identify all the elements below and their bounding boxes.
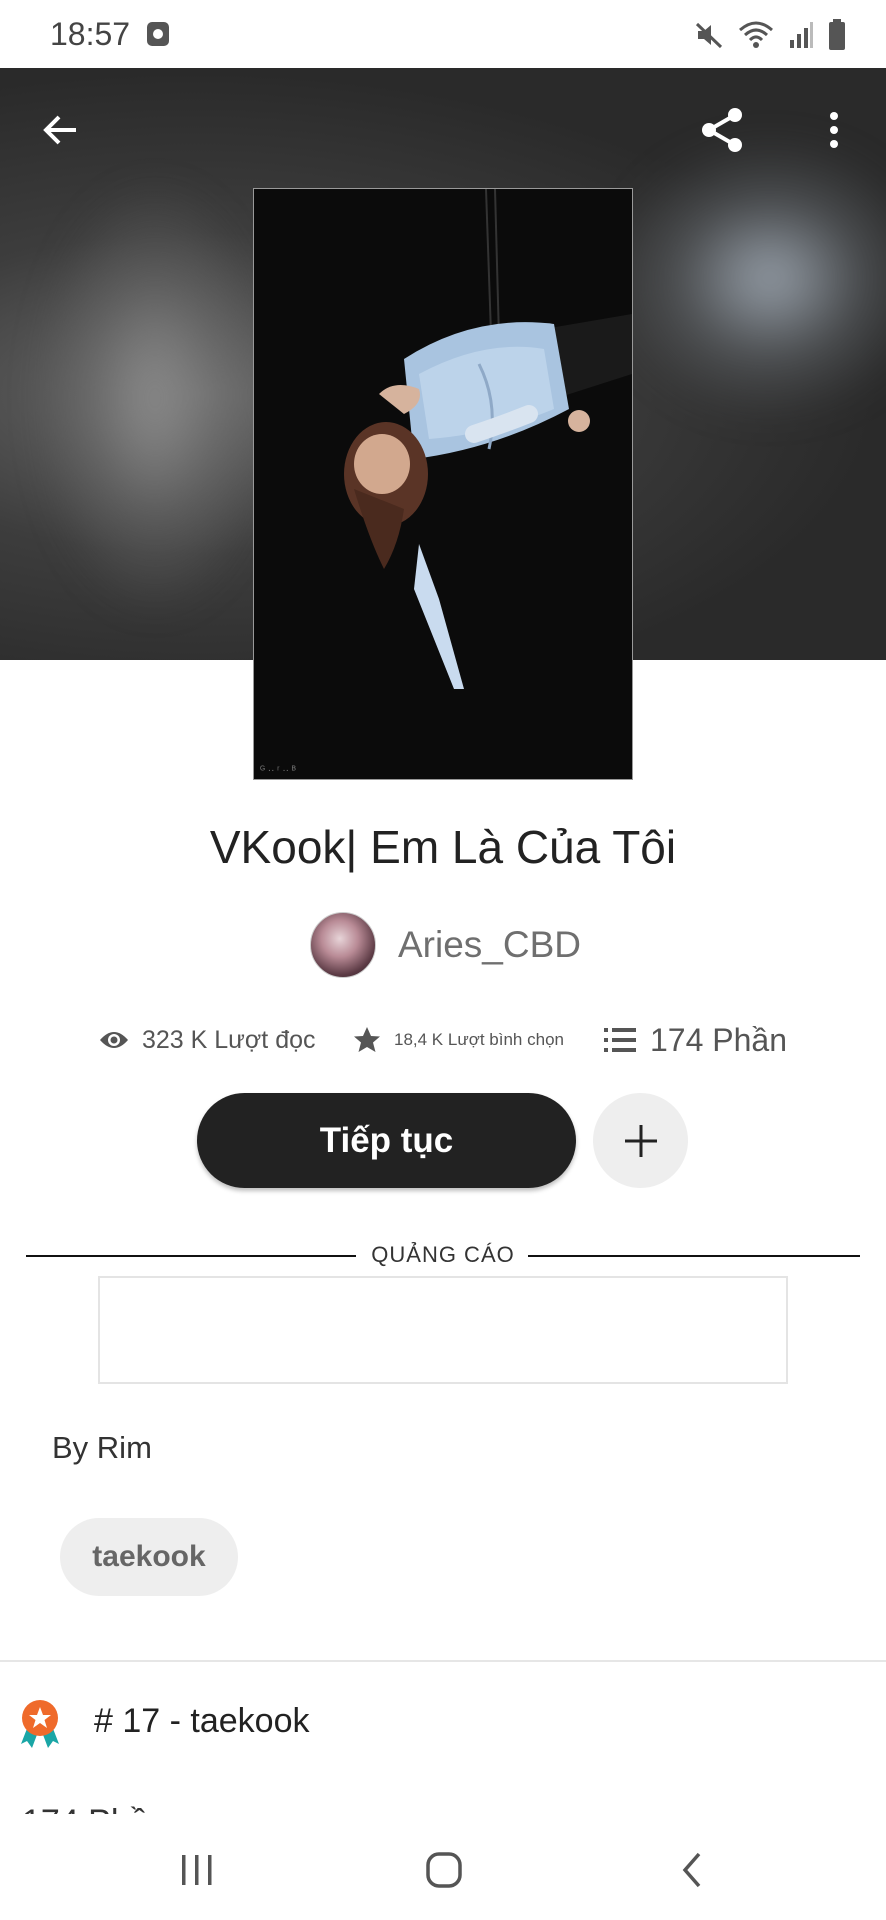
- star-icon: [354, 1027, 380, 1052]
- recent-apps-button[interactable]: [157, 1840, 237, 1900]
- back-button[interactable]: [30, 100, 90, 160]
- cover-image: ᴳ ·· ʳ ·· ᴮ: [253, 188, 633, 780]
- svg-text:ᴳ ·· ʳ ·· ᴮ: ᴳ ·· ʳ ·· ᴮ: [260, 765, 296, 776]
- parts-stat[interactable]: 174 Phần: [604, 1020, 787, 1060]
- votes-count: 18,4 K Lượt bình chọn: [394, 1030, 564, 1049]
- ad-placeholder[interactable]: [98, 1276, 788, 1384]
- app-notification-icon: [147, 22, 169, 46]
- more-button[interactable]: [804, 100, 864, 160]
- share-button[interactable]: [692, 100, 752, 160]
- arrow-left-icon: [43, 115, 76, 145]
- parts-count[interactable]: 174 Phần: [650, 1022, 787, 1059]
- system-nav-bar: [0, 1820, 886, 1920]
- list-icon: [604, 1028, 636, 1052]
- home-button[interactable]: [404, 1840, 484, 1900]
- system-back-button[interactable]: [652, 1840, 732, 1900]
- backdrop-blur: [620, 148, 886, 408]
- reads-count: 323 K Lượt đọc: [142, 1025, 316, 1054]
- status-icons: [694, 18, 846, 52]
- votes-stat: 18,4 K Lượt bình chọn: [352, 1020, 564, 1060]
- author-row[interactable]: Aries_CBD: [310, 912, 581, 978]
- parts-heading-partial: 174 Phần: [22, 1792, 168, 1814]
- backdrop-blur: [40, 188, 270, 608]
- add-to-library-button[interactable]: [593, 1093, 688, 1188]
- status-bar: 18:57: [0, 0, 886, 68]
- more-vertical-icon: [830, 112, 838, 148]
- recent-apps-icon: [182, 1855, 212, 1885]
- ranking-label[interactable]: # 17 - taekook: [94, 1702, 309, 1741]
- ad-label: QUẢNG CÁO: [371, 1242, 515, 1267]
- mute-icon: [695, 22, 723, 49]
- ranking-badge-icon: [21, 1700, 59, 1748]
- section-divider: [0, 1660, 886, 1662]
- signal-icon: [790, 22, 813, 48]
- battery-icon: [829, 19, 845, 50]
- story-title: VKook| Em Là Của Tôi: [209, 821, 677, 873]
- tag-chip[interactable]: taekook: [60, 1518, 238, 1596]
- wifi-icon: [739, 21, 773, 48]
- plus-icon: [624, 1124, 657, 1157]
- status-time: 18:57: [50, 16, 131, 52]
- continue-reading-button[interactable]: Tiếp tục: [197, 1093, 576, 1188]
- share-icon: [702, 108, 742, 152]
- eye-icon: [100, 1032, 128, 1048]
- reads-stat: 323 K Lượt đọc: [98, 1020, 316, 1060]
- avatar[interactable]: [310, 912, 376, 978]
- author-name[interactable]: Aries_CBD: [398, 924, 581, 966]
- chevron-left-icon: [682, 1852, 701, 1888]
- home-icon: [426, 1852, 462, 1888]
- story-description: By Rim: [52, 1430, 152, 1465]
- cover-illustration: ᴳ ·· ʳ ·· ᴮ: [254, 189, 632, 779]
